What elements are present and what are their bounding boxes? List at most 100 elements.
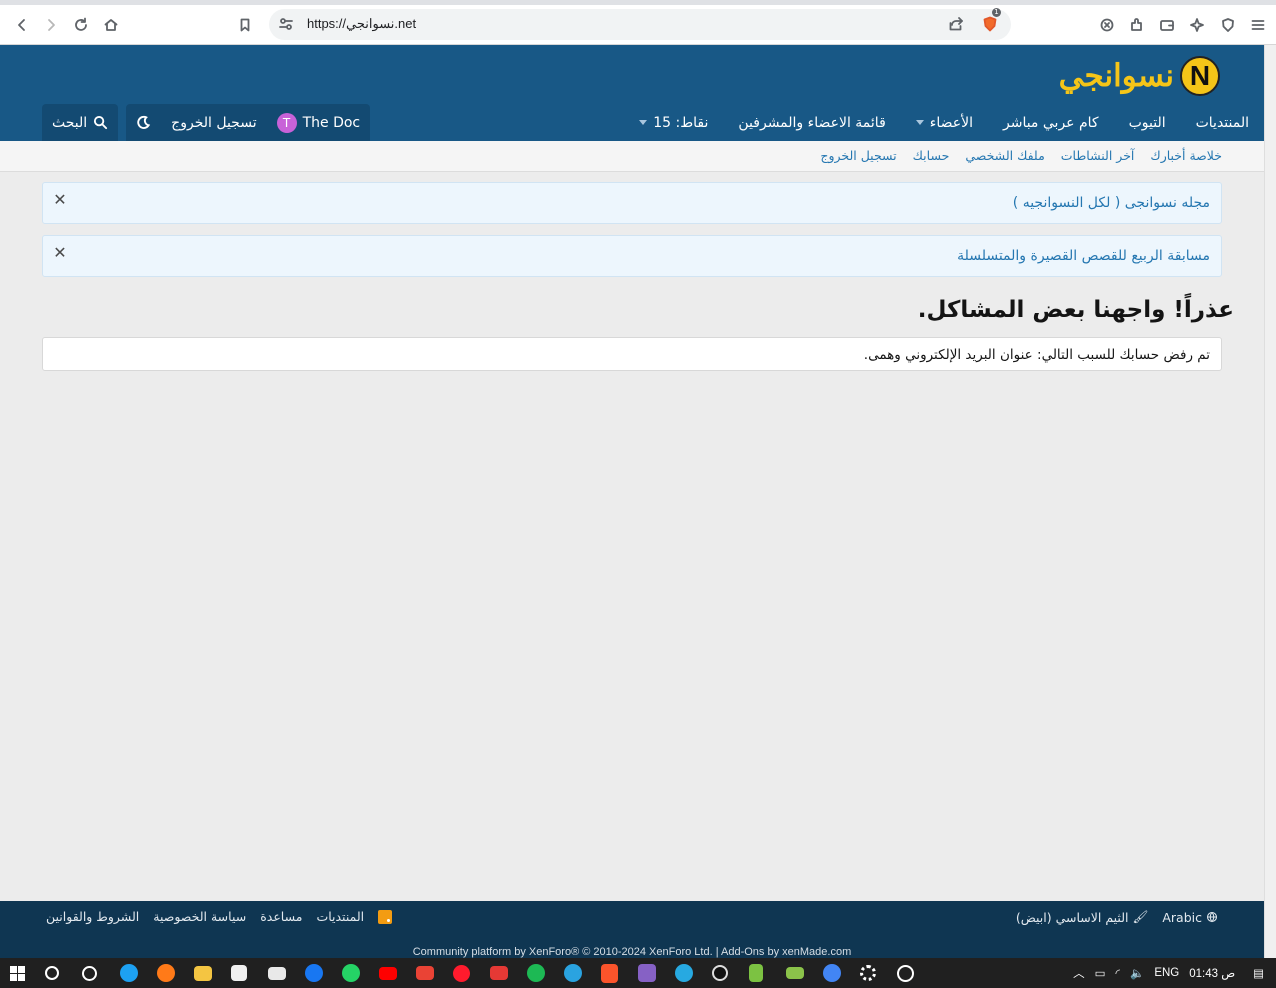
notice-link[interactable]: مجله نسوانجى ( لكل النسوانجيه ) [1013,195,1210,211]
whatsapp-icon[interactable] [342,964,360,982]
file-explorer-icon[interactable] [194,966,212,981]
nav-tab-label: التيوب [1128,114,1166,131]
cortana-icon[interactable] [82,966,97,981]
page-scrollbar[interactable] [1264,45,1276,958]
site-info-icon[interactable] [273,11,299,37]
search-label: البحث [52,114,88,131]
site-logo[interactable]: نسوانجي N [1059,53,1220,99]
copyright: Community platform by XenForo® © 2010-20… [412,946,852,958]
app-ring-icon[interactable] [897,965,914,982]
nav-tab-tube[interactable]: التيوب [1114,104,1181,141]
subnav-link-latest-activity[interactable]: آخر النشاطات [1061,148,1135,163]
nav-tab-label: قائمة الاعضاء والمشرفين [738,114,886,131]
rewards-icon[interactable] [1184,12,1210,38]
edge-icon[interactable] [120,964,138,982]
footer-link-privacy[interactable]: سياسة الخصوصية [153,909,246,924]
subnav-link-news-feed[interactable]: خلاصة أخبارك [1150,148,1222,163]
close-icon[interactable]: ✕ [53,192,67,208]
menu-icon[interactable] [1245,12,1271,38]
language-label: Arabic [1162,909,1202,925]
rss-icon[interactable] [378,909,393,924]
shields-count-badge: 1 [992,8,1001,17]
footer-link-terms[interactable]: الشروط والقوانين [46,909,139,924]
close-icon[interactable]: ✕ [53,245,67,261]
spotify-icon[interactable] [527,964,545,982]
openai-icon[interactable] [712,965,728,981]
mail-icon[interactable] [268,967,286,980]
wifi-icon[interactable]: ◜ [1116,966,1120,980]
back-icon[interactable] [9,12,35,38]
home-icon[interactable] [98,12,124,38]
extensions-icon[interactable] [1124,12,1150,38]
chevron-up-icon[interactable]: ︿ [1073,965,1085,981]
footer-link-forums[interactable]: المنتديات [316,909,364,924]
nav-tab-points[interactable]: نقاط: 15 [624,104,723,141]
firefox-icon[interactable] [157,964,175,982]
search-icon[interactable] [45,966,59,980]
system-tray: ︿ ▭ ◜ 🔈 ENG 01:43 ص ▤ [1073,958,1276,988]
visual-studio-icon[interactable] [638,964,656,982]
language-chooser[interactable]: Arabic [1162,909,1218,925]
chrome-icon[interactable] [823,964,841,982]
nav-tab-label: كام عربي مباشر [1002,114,1099,131]
windows-taskbar: ︿ ▭ ◜ 🔈 ENG 01:43 ص ▤ [0,958,1276,988]
subnav-link-logout[interactable]: تسجيل الخروج [820,148,896,163]
gmail-icon[interactable] [416,966,434,980]
nav-tab-label: نقاط: 15 [653,114,709,131]
moon-icon [137,115,151,129]
chevron-down-icon[interactable] [915,120,924,125]
bookmark-icon[interactable] [232,12,258,38]
nav-tab-members[interactable]: الأعضاء [901,104,988,141]
error-message-box: تم رفض حسابك للسبب التالي: عنوان البريد … [42,337,1222,371]
settings-icon[interactable] [860,965,876,981]
chess-icon[interactable] [749,964,763,982]
site-header: نسوانجي N المنتديات التيوب كام عربي مباش… [0,45,1264,141]
leo-ai-icon[interactable] [1094,12,1120,38]
logout-button[interactable]: تسجيل الخروج [161,104,266,141]
logout-label: تسجيل الخروج [171,114,257,131]
telegram-icon[interactable] [564,964,582,982]
share-icon[interactable] [943,11,969,37]
page-title: عذراً! واجهنا بعض المشاكل. [917,297,1234,323]
nav-tab-live-cam[interactable]: كام عربي مباشر [988,104,1114,141]
facebook-icon[interactable] [305,964,323,982]
subnav-link-profile[interactable]: ملفك الشخصي [965,148,1044,163]
footer-link-help[interactable]: مساعدة [260,909,302,924]
sub-nav: خلاصة أخبارك آخر النشاطات ملفك الشخصي حس… [0,141,1264,172]
username: The Doc [302,114,361,131]
subnav-link-account[interactable]: حسابك [913,148,950,163]
notice-magazine: مجله نسوانجى ( لكل النسوانجيه ) ✕ [42,182,1222,224]
nav-tab-members-list[interactable]: قائمة الاعضاء والمشرفين [723,104,900,141]
style-chooser[interactable]: 🖌 الثيم الاساسي (ابيض) [1016,909,1149,925]
forward-icon[interactable] [38,12,64,38]
chevron-down-icon[interactable] [639,120,648,125]
store-icon[interactable] [231,965,247,981]
dark-mode-toggle[interactable] [126,104,161,141]
meet-now-icon[interactable]: ▭ [1095,966,1106,980]
nav-tab-forums[interactable]: المنتديات [1180,104,1264,141]
error-message: تم رفض حسابك للسبب التالي: عنوان البريد … [863,347,1210,363]
volume-icon[interactable]: 🔈 [1130,966,1144,980]
notice-link[interactable]: مسابقة الربيع للقصص القصيرة والمتسلسلة [957,248,1210,264]
search-button[interactable]: البحث [42,104,118,141]
bluestacks-icon[interactable] [786,967,804,979]
opera-icon[interactable] [453,965,470,982]
address-bar[interactable]: https://نسوانجي.net [269,9,1011,40]
search-icon [94,115,108,130]
app-c-icon[interactable] [675,964,693,982]
browser-toolbar: https://نسوانجي.net 1 [0,5,1276,45]
youtube-icon[interactable] [379,967,397,980]
windows-start-icon[interactable] [10,966,25,981]
account-group: تسجيل الخروج T The Doc [126,104,371,141]
clock[interactable]: 01:43 ص [1189,966,1235,980]
account-button[interactable]: T The Doc [267,104,371,141]
wallet-icon[interactable] [1154,12,1180,38]
site-footer: 🖌 الثيم الاساسي (ابيض) Arabic الشروط وال… [0,901,1264,958]
nav-tab-label: المنتديات [1195,114,1249,131]
notifications-icon[interactable]: ▤ [1253,966,1264,980]
reload-icon[interactable] [68,12,94,38]
media-app-icon[interactable] [490,966,508,980]
language-indicator[interactable]: ENG [1154,967,1179,979]
brave-icon[interactable] [601,964,618,983]
vpn-icon[interactable] [1215,12,1241,38]
